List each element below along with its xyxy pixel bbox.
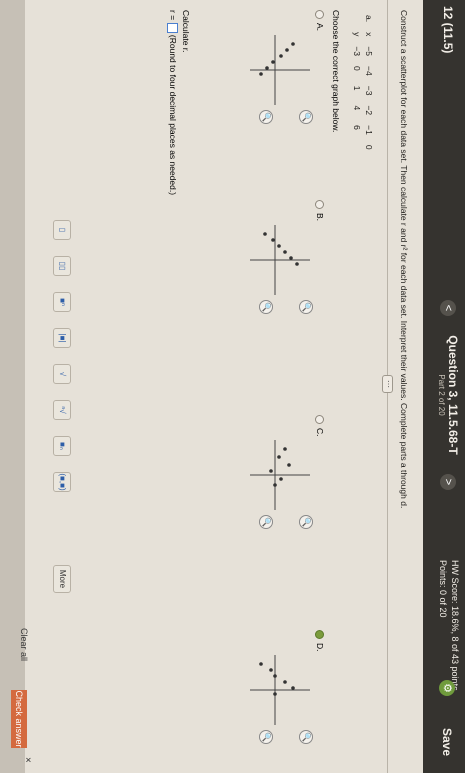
settings-gear-icon[interactable]: ⚙ — [439, 680, 455, 696]
answer-row: r = (Round to four decimal places as nee… — [166, 10, 178, 196]
close-icon[interactable]: × — [22, 757, 33, 763]
graph-a — [250, 35, 310, 105]
rotated-page: 12 (11.5) < Question 3, 11.5.68-T Part 2… — [0, 0, 465, 773]
table-row-y: y −3 0 1 4 6 — [351, 10, 363, 155]
y-cell: 6 — [352, 125, 362, 130]
option-b[interactable]: B. — [314, 200, 325, 222]
question-title: Question 3, 11.5.68-T — [446, 335, 460, 455]
hw-score: HW Score: 18.6%, 8 of 43 points — [450, 560, 460, 691]
interval-tool-icon[interactable]: (■,■) — [53, 472, 71, 492]
question-content: Construct a scatterplot for each data se… — [25, 0, 423, 773]
x-header: x — [364, 32, 374, 37]
y-cell: 0 — [352, 66, 362, 71]
save-button[interactable]: Save — [440, 728, 454, 756]
zoom-in-icon[interactable]: 🔍 — [299, 515, 313, 529]
option-d[interactable]: D. — [314, 630, 325, 652]
x-cell: −1 — [364, 125, 374, 135]
option-c[interactable]: C. — [314, 415, 325, 437]
option-a[interactable]: A. — [314, 10, 325, 32]
graph-d — [250, 655, 310, 725]
more-button[interactable]: More — [53, 565, 71, 593]
points: Points: 0 of 20 — [438, 560, 448, 618]
question-prompt: Construct a scatterplot for each data se… — [399, 10, 409, 509]
nth-root-tool-icon[interactable]: ⁿ√ — [53, 400, 71, 420]
y-cell: 4 — [352, 105, 362, 111]
radio-a[interactable] — [314, 10, 324, 19]
zoom-out-icon[interactable]: 🔍 — [259, 515, 273, 529]
choose-instructions: Choose the correct graph below. — [331, 10, 341, 133]
y-header: y — [352, 32, 362, 37]
score-panel: HW Score: 18.6%, 8 of 43 points Points: … — [436, 560, 460, 691]
previous-question-button[interactable]: < — [440, 300, 456, 316]
calculate-section: Calculate r. r = (Round to four decimal … — [166, 10, 191, 196]
course-title: 12 (11.5) — [441, 6, 455, 54]
expand-dots-button[interactable]: ⋯ — [382, 375, 393, 393]
option-label: B. — [315, 213, 325, 222]
radio-c[interactable] — [314, 415, 324, 424]
x-cell: −3 — [364, 85, 374, 96]
part-label: a. — [364, 15, 374, 23]
radio-d-selected[interactable] — [314, 630, 324, 639]
sqrt-tool-icon[interactable]: √ — [53, 364, 71, 384]
x-cell: −4 — [364, 66, 374, 76]
bottom-bar: Clear all Check answer × — [0, 0, 33, 773]
next-question-button[interactable]: > — [440, 474, 456, 490]
graph-b — [250, 225, 310, 295]
option-label: D. — [315, 643, 325, 652]
fraction-tool-icon[interactable]: ▯ — [53, 220, 71, 240]
data-table: a. x −5 −4 −3 −2 −1 0 y −3 0 1 4 6 — [351, 10, 375, 155]
answer-prefix: r = — [168, 10, 178, 21]
y-cell: −3 — [352, 46, 362, 57]
x-cell: 0 — [364, 144, 374, 150]
option-label: C. — [315, 428, 325, 437]
subscript-tool-icon[interactable]: ■ₙ — [53, 436, 71, 456]
graph-c — [250, 440, 310, 510]
calculate-label: Calculate r. — [181, 10, 191, 53]
answer-hint: (Round to four decimal places as needed.… — [168, 34, 178, 196]
exponent-tool-icon[interactable]: ■ⁿ — [53, 292, 71, 312]
zoom-in-icon[interactable]: 🔍 — [299, 300, 313, 314]
y-cell: 1 — [352, 85, 362, 91]
zoom-in-icon[interactable]: 🔍 — [299, 730, 313, 744]
option-label: A. — [315, 23, 325, 32]
answer-input[interactable] — [166, 22, 178, 33]
radio-b[interactable] — [314, 200, 324, 209]
question-nav: Question 3, 11.5.68-T Part 2 of 20 — [437, 325, 460, 465]
mixed-number-tool-icon[interactable]: ▯▯ — [53, 256, 71, 276]
table-row-x: a. x −5 −4 −3 −2 −1 0 — [363, 10, 375, 155]
top-bar: 12 (11.5) < Question 3, 11.5.68-T Part 2… — [423, 0, 465, 773]
x-cell: −2 — [364, 105, 374, 116]
zoom-out-icon[interactable]: 🔍 — [259, 730, 273, 744]
zoom-out-icon[interactable]: 🔍 — [259, 110, 273, 124]
zoom-in-icon[interactable]: 🔍 — [299, 110, 313, 124]
part-indicator: Part 2 of 20 — [437, 374, 446, 416]
check-answer-button[interactable]: Check answer — [11, 690, 27, 748]
clear-all-button[interactable]: Clear all — [19, 628, 29, 661]
absolute-value-tool-icon[interactable]: |■| — [53, 328, 71, 348]
x-cell: −5 — [364, 46, 374, 57]
zoom-out-icon[interactable]: 🔍 — [259, 300, 273, 314]
